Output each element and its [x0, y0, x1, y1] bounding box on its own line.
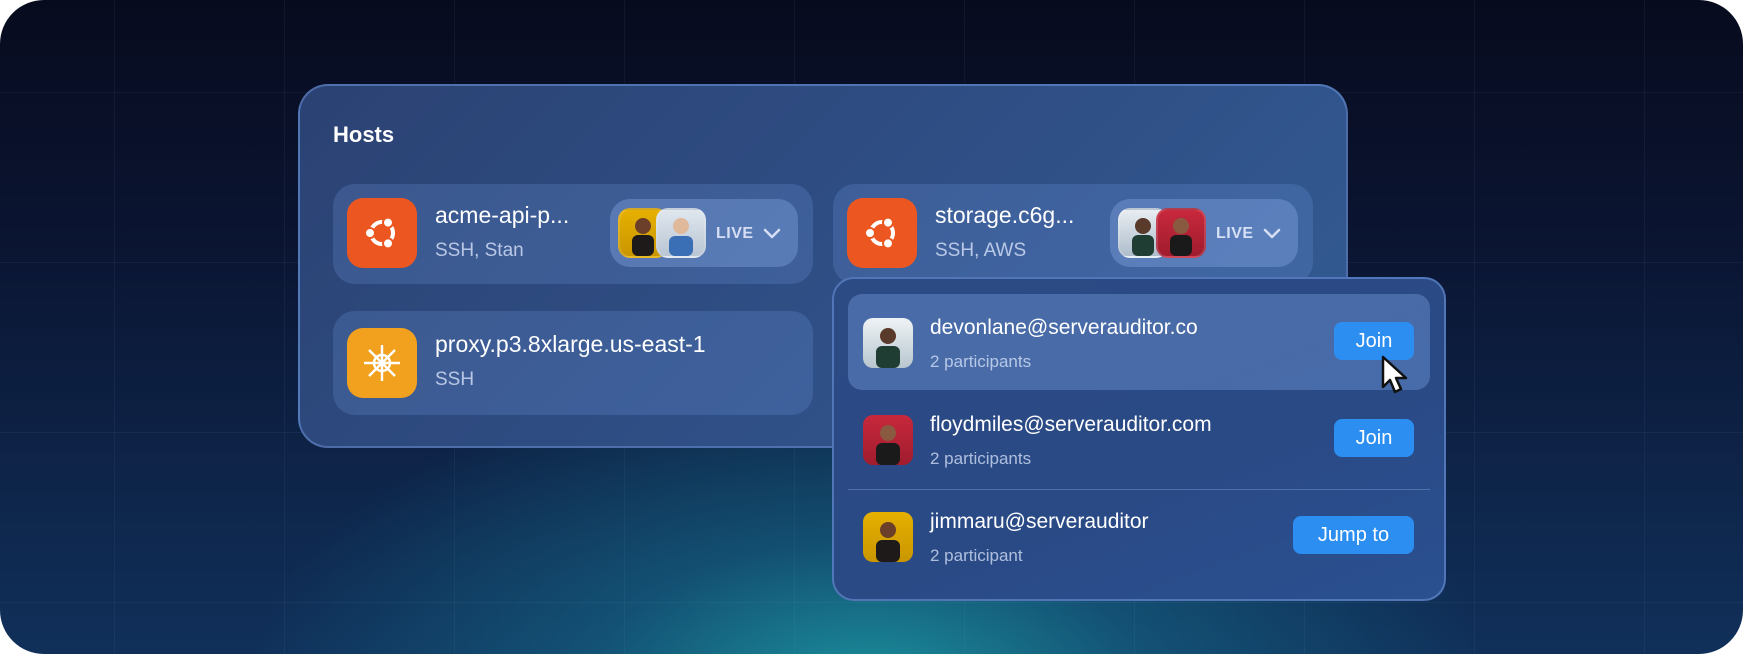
background-stage: Hosts acme-api-p... SSH, Stan LIVE stora…	[0, 0, 1743, 654]
grid-line	[114, 0, 115, 654]
mouse-cursor-icon	[1380, 354, 1412, 401]
grid-line	[1644, 0, 1645, 654]
host-name: proxy.p3.8xlarge.us-east-1	[435, 331, 706, 357]
session-item[interactable]: jimmaru@serverauditor 2 participant Jump…	[848, 488, 1430, 584]
host-card[interactable]: proxy.p3.8xlarge.us-east-1 SSH	[333, 311, 813, 415]
session-email: devonlane@serverauditor.co	[930, 316, 1198, 339]
chevron-down-icon	[1262, 223, 1282, 248]
live-label: LIVE	[716, 225, 754, 242]
ubuntu-icon	[847, 198, 917, 268]
session-participants: 2 participants	[930, 449, 1032, 468]
grid-line	[1474, 0, 1475, 654]
jump-to-button[interactable]: Jump to	[1293, 516, 1414, 554]
session-participants: 2 participants	[930, 352, 1032, 371]
session-item[interactable]: devonlane@serverauditor.co 2 participant…	[848, 294, 1430, 390]
avatar	[656, 208, 706, 258]
host-connection: SSH, AWS	[935, 240, 1027, 261]
avatar	[863, 512, 913, 562]
host-name: storage.c6g...	[935, 202, 1075, 228]
live-sessions-dropdown: devonlane@serverauditor.co 2 participant…	[832, 277, 1446, 601]
grid-line	[284, 0, 285, 654]
host-connection: SSH	[435, 369, 475, 390]
session-item[interactable]: floydmiles@serverauditor.com 2 participa…	[848, 391, 1430, 487]
host-card[interactable]: acme-api-p... SSH, Stan LIVE	[333, 184, 813, 284]
host-connection: SSH, Stan	[435, 240, 524, 261]
redhat-icon	[347, 328, 417, 398]
chevron-down-icon	[762, 223, 782, 248]
live-label: LIVE	[1216, 225, 1254, 242]
host-name: acme-api-p...	[435, 202, 570, 228]
session-participants: 2 participant	[930, 546, 1023, 565]
grid-line	[0, 602, 1743, 603]
host-card[interactable]: storage.c6g... SSH, AWS LIVE	[833, 184, 1313, 284]
avatar	[1156, 208, 1206, 258]
session-email: jimmaru@serverauditor	[930, 510, 1149, 533]
avatar	[863, 318, 913, 368]
session-email: floydmiles@serverauditor.com	[930, 413, 1212, 436]
live-sessions-toggle[interactable]: LIVE	[610, 199, 798, 267]
panel-title: Hosts	[333, 122, 395, 147]
join-button[interactable]: Join	[1334, 419, 1414, 457]
avatar	[863, 415, 913, 465]
live-sessions-toggle[interactable]: LIVE	[1110, 199, 1298, 267]
ubuntu-icon	[347, 198, 417, 268]
